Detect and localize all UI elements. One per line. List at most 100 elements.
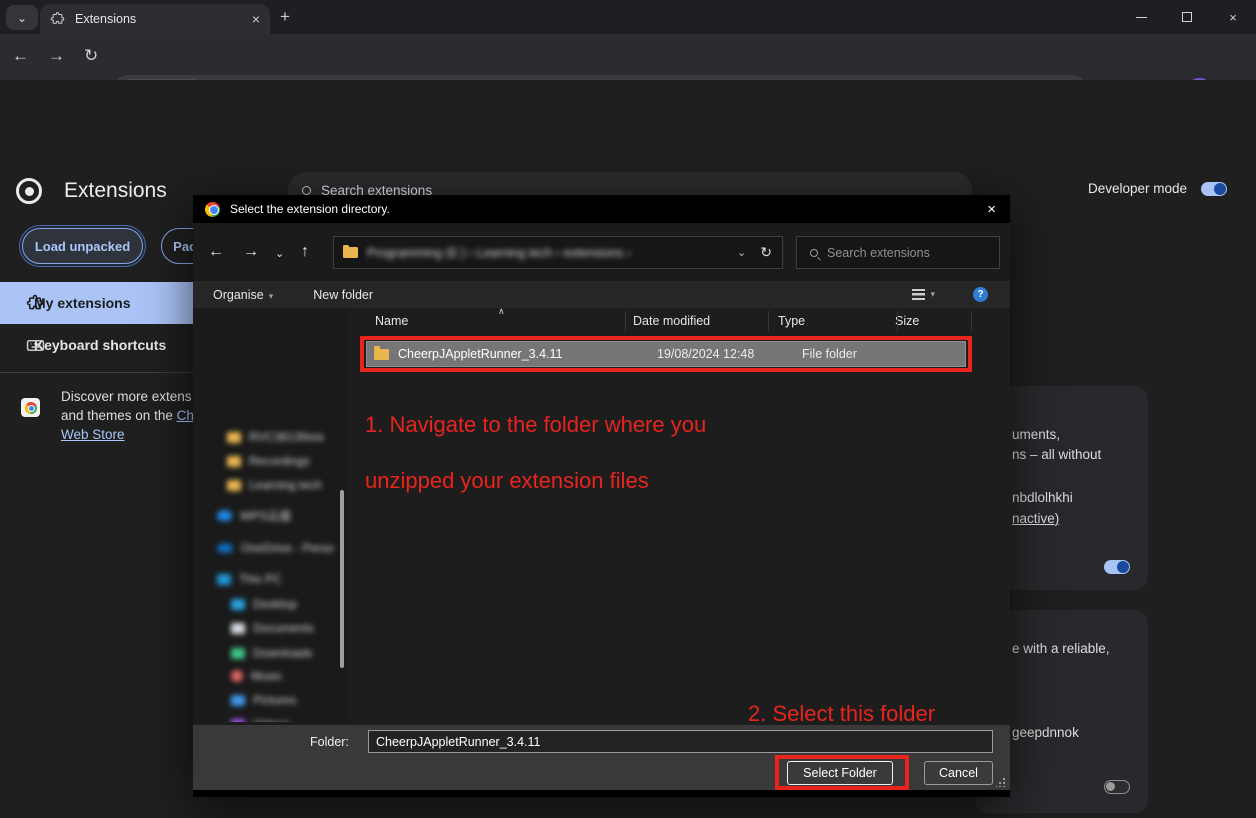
- dialog-search-input[interactable]: [827, 246, 977, 260]
- new-tab-button[interactable]: +: [280, 7, 290, 27]
- sort-ascending-icon: ∧: [498, 306, 505, 317]
- annotation-step1-line1: 1. Navigate to the folder where you: [365, 412, 706, 437]
- tree-item[interactable]: This PC: [193, 569, 343, 589]
- onedrive-icon: [217, 543, 233, 553]
- column-header-name[interactable]: Name: [375, 314, 408, 328]
- tree-item[interactable]: Learning tech: [193, 475, 343, 495]
- tree-item[interactable]: Pictures: [193, 690, 343, 710]
- column-separator[interactable]: [625, 311, 626, 331]
- tree-item[interactable]: OneDrive - Perso: [193, 538, 343, 558]
- videos-icon: [231, 719, 245, 723]
- tab-search-button[interactable]: ⌄: [6, 5, 38, 30]
- cancel-button[interactable]: Cancel: [924, 761, 993, 785]
- chrome-logo-icon: [205, 202, 220, 217]
- chevron-down-icon: ⌄: [17, 11, 27, 25]
- recent-locations-icon[interactable]: ⌄: [275, 247, 284, 260]
- developer-mode-label: Developer mode: [1088, 181, 1187, 196]
- close-window-button[interactable]: ×: [1210, 0, 1256, 34]
- tree-item[interactable]: WPS云盘: [193, 505, 343, 525]
- extension-enable-toggle[interactable]: [1104, 560, 1130, 574]
- column-header-size[interactable]: Size: [895, 314, 919, 328]
- new-folder-button[interactable]: New folder: [313, 288, 373, 302]
- column-header-date[interactable]: Date modified: [633, 314, 710, 328]
- dialog-footer: [193, 790, 1010, 797]
- tree-item[interactable]: Documents: [193, 618, 343, 638]
- toggle-knob: [1106, 782, 1115, 791]
- load-unpacked-button[interactable]: Load unpacked: [22, 228, 143, 264]
- tree-item[interactable]: Desktop: [193, 594, 343, 614]
- folder-name-input[interactable]: [368, 730, 993, 753]
- column-separator[interactable]: [971, 311, 972, 331]
- extensions-logo-icon: [16, 178, 42, 204]
- up-icon[interactable]: ↑: [301, 243, 309, 261]
- annotation-step1-line2: unzipped your extension files: [365, 468, 649, 493]
- downloads-icon: [231, 648, 245, 659]
- this-pc-icon: [217, 574, 231, 585]
- dialog-title-bar[interactable]: Select the extension directory. ×: [193, 195, 1010, 223]
- chrome-web-store-link[interactable]: Ch: [177, 408, 194, 423]
- minimize-button[interactable]: [1118, 0, 1164, 34]
- column-header-type[interactable]: Type: [778, 314, 805, 328]
- tab-extensions[interactable]: Extensions ×: [40, 4, 270, 34]
- annotation-box-select-button: [775, 755, 909, 790]
- card-description-fragment: e with a reliable,: [1012, 641, 1110, 656]
- page-title: Extensions: [64, 179, 167, 203]
- folder-icon: [343, 247, 358, 258]
- developer-mode-toggle[interactable]: [1201, 182, 1227, 196]
- organise-label: Organise: [213, 288, 264, 302]
- reload-icon[interactable]: ↻: [84, 46, 98, 66]
- annotation-step2: 2. Select this folder: [748, 700, 935, 728]
- tab-close-icon[interactable]: ×: [252, 11, 260, 27]
- tree-scrollbar[interactable]: [340, 490, 344, 668]
- music-icon: [231, 670, 243, 682]
- resize-grip[interactable]: [996, 778, 1005, 787]
- chrome-web-store-icon: [21, 398, 40, 417]
- list-view-icon: [912, 289, 925, 300]
- card-id-fragment: nbdlolhkhi: [1012, 490, 1073, 505]
- tree-item[interactable]: Videos: [193, 714, 343, 722]
- back-icon[interactable]: ←: [12, 46, 29, 66]
- documents-icon: [231, 623, 245, 634]
- breadcrumb-path[interactable]: Programming (E:) › Learning tech › exten…: [367, 246, 737, 260]
- forward-icon[interactable]: →: [243, 243, 259, 261]
- wps-cloud-icon: [217, 510, 232, 521]
- annotation-box-file-row: [360, 336, 972, 372]
- pictures-icon: [231, 695, 245, 706]
- toggle-knob: [1214, 183, 1226, 195]
- forward-icon[interactable]: →: [48, 46, 65, 66]
- puzzle-icon: [26, 294, 44, 312]
- dialog-title: Select the extension directory.: [230, 202, 987, 216]
- sidebar-item-label: My extensions: [34, 295, 130, 311]
- tree-item[interactable]: RVC3813Nvis: [193, 427, 343, 447]
- tree-item[interactable]: Music: [193, 666, 343, 686]
- dialog-search-box[interactable]: [796, 236, 1000, 269]
- browser-toolbar: ← → ↻ Chrome chrome://extensions ☆ JNLP …: [0, 34, 1256, 80]
- breadcrumb[interactable]: Programming (E:) › Learning tech › exten…: [333, 236, 783, 269]
- caret-down-icon: ▾: [269, 291, 274, 301]
- maximize-button[interactable]: [1164, 0, 1210, 34]
- developer-mode-control: Developer mode: [1088, 181, 1227, 196]
- file-list-header: ∧ Name Date modified Type Size: [348, 308, 1010, 334]
- minimize-icon: [1136, 17, 1147, 18]
- dialog-nav-row: ← → ⌄ ↑ Programming (E:) › Learning tech…: [193, 223, 1010, 281]
- annotation-step1: 1. Navigate to the folder where you unzi…: [365, 383, 706, 495]
- card-inspect-views-link[interactable]: nactive): [1012, 511, 1059, 526]
- folder-tree: RVC3813Nvis Recordings Learning tech WPS…: [193, 308, 348, 722]
- organise-menu[interactable]: Organise ▾: [213, 288, 273, 302]
- column-separator[interactable]: [897, 311, 898, 331]
- breadcrumb-dropdown-icon[interactable]: ⌄: [737, 246, 746, 259]
- back-icon[interactable]: ←: [208, 243, 224, 261]
- search-icon: [810, 249, 818, 257]
- column-separator[interactable]: [768, 311, 769, 331]
- view-mode-button[interactable]: ▾: [912, 289, 935, 300]
- tree-item[interactable]: Downloads: [193, 643, 343, 663]
- desktop-icon: [231, 599, 245, 610]
- refresh-icon[interactable]: ↻: [760, 244, 772, 261]
- tree-item[interactable]: Recordings: [193, 451, 343, 471]
- puzzle-icon: [50, 12, 65, 27]
- dialog-close-icon[interactable]: ×: [987, 201, 996, 218]
- extension-enable-toggle[interactable]: [1104, 780, 1130, 794]
- help-button[interactable]: ?: [973, 287, 988, 302]
- chrome-web-store-link[interactable]: Web Store: [61, 427, 125, 442]
- tab-title: Extensions: [75, 12, 252, 26]
